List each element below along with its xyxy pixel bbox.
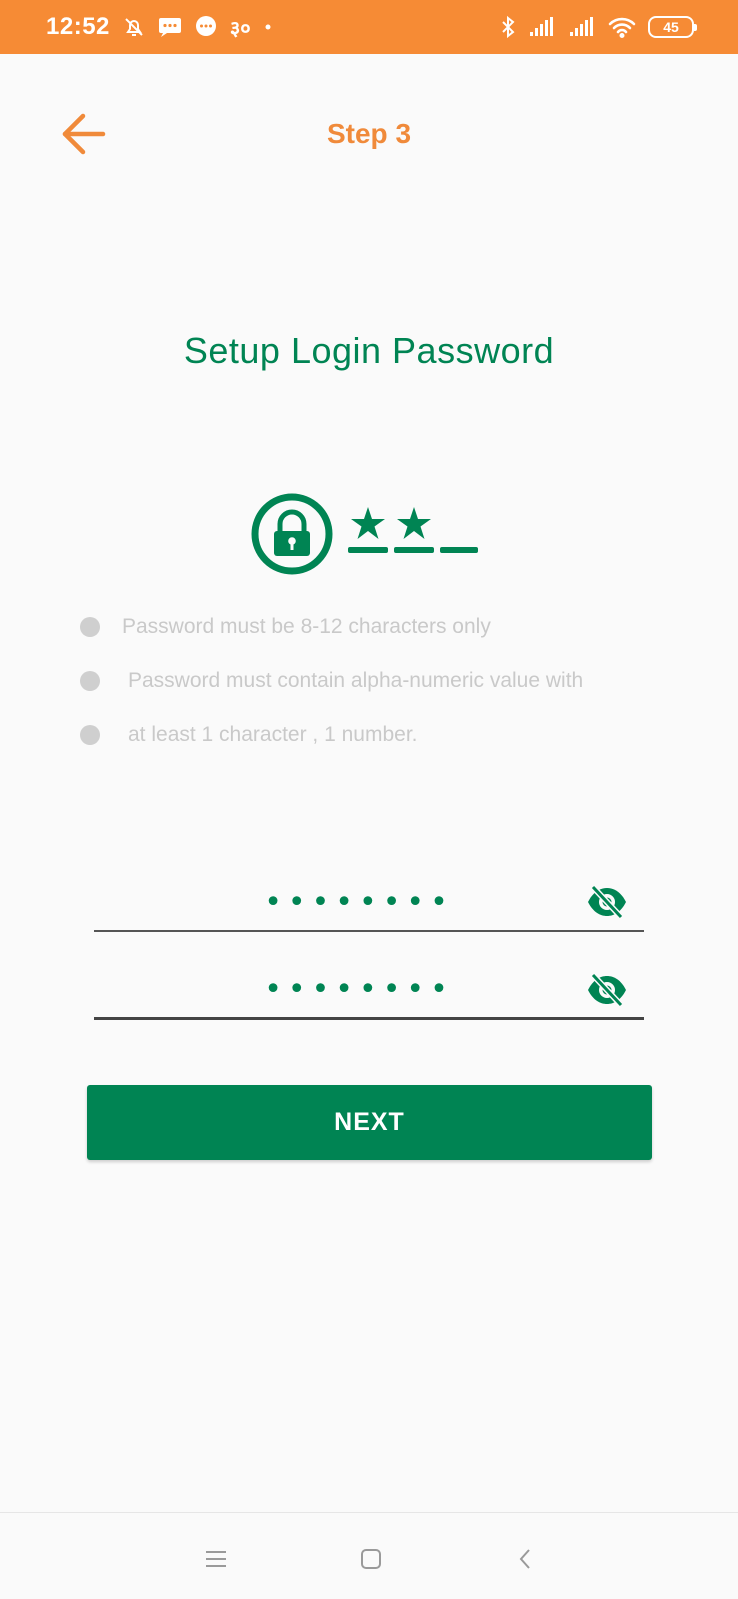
rule-text: Password must contain alpha-numeric valu… (128, 669, 584, 692)
status-bar: 12:52 ३० 45 (0, 0, 738, 54)
wifi-icon (608, 16, 636, 38)
menu-icon (206, 1551, 226, 1567)
status-right: 45 (500, 15, 697, 39)
nav-back-button[interactable] (505, 1539, 545, 1579)
signal-icon-2 (568, 16, 596, 38)
status-extra-text: ३० (229, 17, 251, 40)
next-button[interactable]: NEXT (87, 1085, 652, 1160)
password-field (94, 874, 644, 932)
bullet-icon (80, 671, 100, 691)
bluetooth-icon (500, 15, 516, 39)
chat-bubble-icon (194, 15, 218, 39)
bullet-icon (80, 725, 100, 745)
mute-alarm-icon (122, 15, 146, 39)
confirm-password-field (94, 962, 644, 1020)
battery-indicator: 45 (648, 16, 697, 38)
screen: 12:52 ३० 45 Step 3 Setup Login Password … (0, 0, 738, 1599)
rule-item: at least 1 character , 1 number. (80, 708, 700, 762)
eye-off-icon (588, 973, 626, 1007)
signal-icon-1 (528, 16, 556, 38)
status-time: 12:52 (46, 13, 110, 40)
password-rules: Password must be 8-12 characters only Pa… (80, 600, 700, 762)
password-input[interactable] (94, 874, 644, 930)
bullet-icon (80, 617, 100, 637)
rule-item: Password must contain alpha-numeric valu… (80, 654, 700, 708)
confirm-password-input[interactable] (94, 962, 644, 1017)
header-title: Step 3 (326, 118, 412, 149)
page-title: Setup Login Password (183, 330, 555, 371)
eye-off-icon (588, 885, 626, 919)
nav-home-button[interactable] (351, 1539, 391, 1579)
rule-text: at least 1 character , 1 number. (128, 723, 418, 746)
chevron-left-icon (519, 1549, 530, 1569)
password-hero-graphic (250, 492, 490, 576)
square-icon (361, 1549, 381, 1569)
rule-text: Password must be 8-12 characters only (122, 615, 491, 638)
system-nav-bar (0, 1512, 738, 1599)
password-visibility-toggle[interactable] (584, 882, 630, 922)
confirm-password-visibility-toggle[interactable] (584, 970, 630, 1010)
status-left: 12:52 ३० (46, 13, 273, 41)
dot-icon (263, 22, 273, 32)
message-icon (158, 16, 182, 38)
lock-icon (251, 493, 478, 575)
nav-recents-button[interactable] (196, 1539, 236, 1579)
rule-item: Password must be 8-12 characters only (80, 600, 700, 654)
